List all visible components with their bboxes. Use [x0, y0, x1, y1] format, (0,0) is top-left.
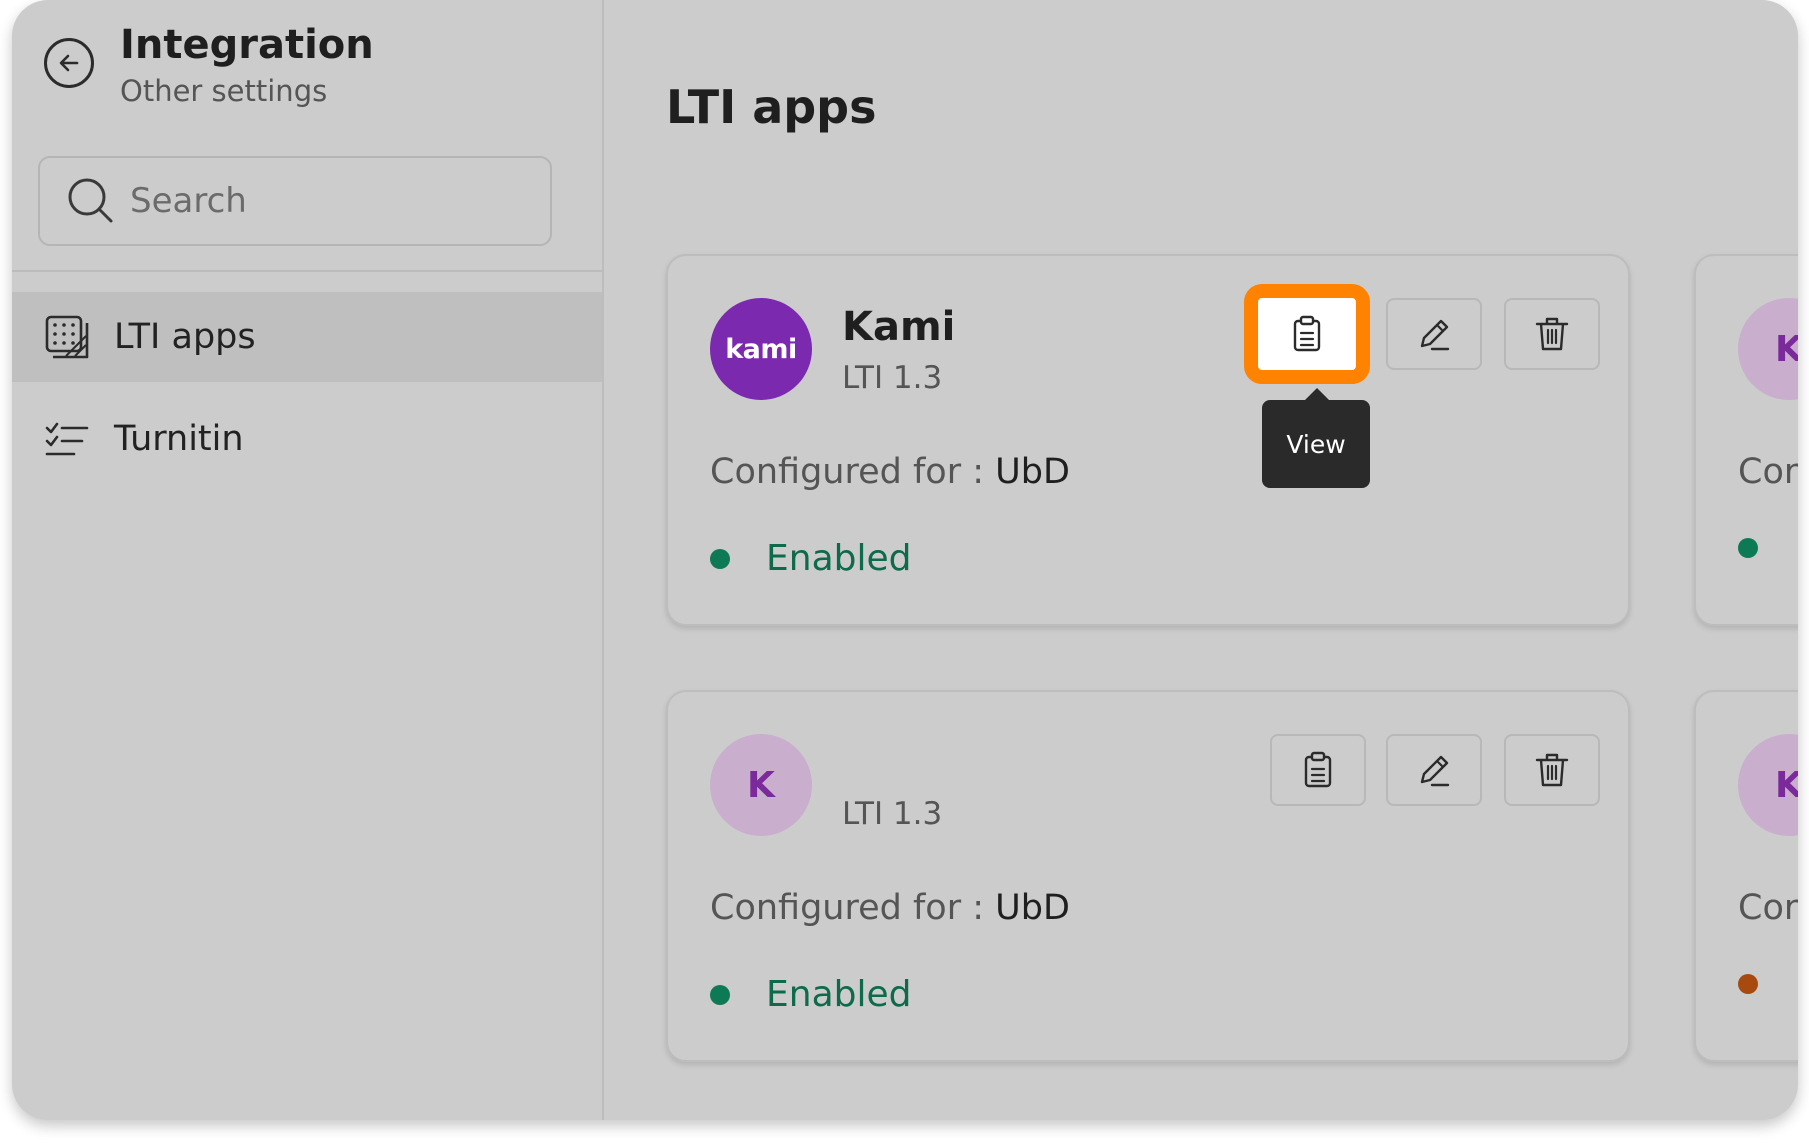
view-tooltip: View [1262, 400, 1370, 488]
edit-button[interactable] [1386, 298, 1482, 370]
arrow-left-icon [59, 54, 79, 72]
pencil-icon [1420, 755, 1450, 787]
app-avatar: K [1738, 298, 1798, 400]
sidebar-item-label: Turnitin [114, 419, 244, 459]
search-box[interactable] [38, 156, 552, 246]
configured-label: Configured for : [710, 452, 996, 492]
kami-logo: kami [710, 298, 812, 400]
configured-for-partial: Cor [1738, 888, 1798, 928]
app-card-partial: K Cor [1694, 690, 1798, 1062]
clipboard-icon [1304, 751, 1332, 788]
view-button[interactable] [1244, 284, 1370, 384]
back-button[interactable] [44, 38, 94, 88]
app-name: Kami [842, 304, 956, 350]
checklist-icon [45, 422, 89, 456]
sidebar-title: Integration [120, 22, 374, 68]
status: Enabled [710, 538, 911, 579]
app-card: kami Kami LTI 1.3 Configured for: UbD E… [666, 254, 1630, 626]
sidebar-item-turnitin[interactable]: Turnitin [12, 394, 602, 484]
sidebar-divider [12, 270, 604, 272]
page-title: LTI apps [666, 80, 877, 134]
app-version: LTI 1.3 [842, 360, 943, 396]
status-dot-icon [710, 548, 730, 569]
app-card: K LTI 1.3 Configured for: UbD Enabled [666, 690, 1630, 1062]
status [1738, 538, 1758, 558]
tooltip-arrow [1305, 388, 1329, 400]
status-dot-icon [1738, 974, 1758, 994]
trash-icon [1535, 753, 1569, 787]
configured-for: Configured for : UbD [710, 888, 1070, 928]
status [1738, 974, 1758, 994]
pencil-icon [1420, 319, 1450, 351]
search-input[interactable] [130, 181, 530, 221]
search-icon [68, 178, 113, 223]
sidebar-item-label: LTI apps [114, 317, 256, 357]
trash-icon [1535, 317, 1569, 351]
status-dot-icon [710, 984, 730, 1005]
configured-value: UbD [995, 888, 1070, 928]
app-window: Integration Other settings LTI apps [12, 0, 1798, 1120]
apps-grid-icon [45, 315, 89, 359]
status-label: Enabled [766, 538, 912, 579]
edit-button[interactable] [1386, 734, 1482, 806]
app-avatar: K [1738, 734, 1798, 836]
configured-value: UbD [995, 452, 1070, 492]
app-avatar: K [710, 734, 812, 836]
view-button[interactable] [1270, 734, 1366, 806]
status-dot-icon [1738, 538, 1758, 558]
status: Enabled [710, 974, 911, 1015]
app-version: LTI 1.3 [842, 796, 943, 832]
status-label: Enabled [766, 974, 912, 1015]
configured-label: Configured for : [710, 888, 996, 928]
delete-button[interactable] [1504, 734, 1600, 806]
delete-button[interactable] [1504, 298, 1600, 370]
sidebar-item-lti-apps[interactable]: LTI apps [12, 292, 602, 382]
sidebar-subtitle: Other settings [120, 74, 328, 108]
sidebar: Integration Other settings LTI apps [12, 0, 604, 1120]
configured-for: Configured for : UbD [710, 452, 1070, 492]
app-card-partial: K Cor [1694, 254, 1798, 626]
clipboard-icon [1293, 315, 1321, 352]
configured-for-partial: Cor [1738, 452, 1798, 492]
